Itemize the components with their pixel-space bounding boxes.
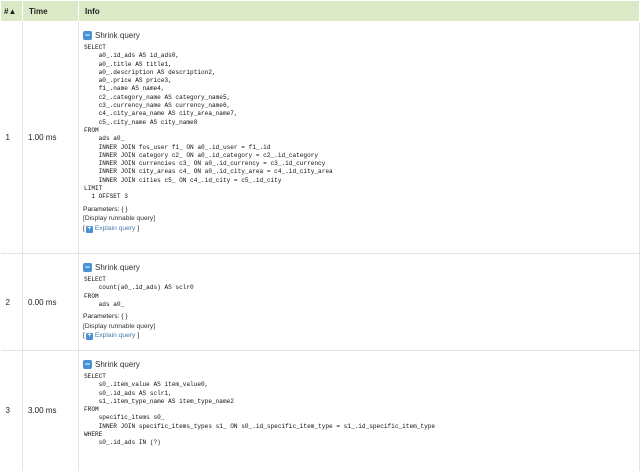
shrink-query-toggle[interactable]: − Shrink query <box>83 261 639 273</box>
sql-line: a0_.price AS price3, <box>84 77 172 85</box>
sql-line: INNER JOIN currencies c3_ ON a0_.id_curr… <box>84 160 326 168</box>
bracket-close: ] <box>137 224 140 232</box>
sql-line: c2_.category_name AS category_name5, <box>84 93 231 101</box>
sql-line: SELECT <box>84 44 106 51</box>
sql-line: f1_.name AS name4, <box>84 85 165 93</box>
expand-icon[interactable]: + <box>85 332 93 341</box>
sql-line: FROM <box>84 292 99 300</box>
sql-line: INNER JOIN fos_user f1_ ON a0_.id_user =… <box>84 143 271 151</box>
collapse-icon[interactable]: − <box>83 262 92 272</box>
table-row: 2 0.00 ms − Shrink query SELECT count(a0_.id… <box>0 253 640 351</box>
sql-line: 1 OFFSET 3 <box>84 193 128 201</box>
table-row: 1 1.00 ms − Shrink query SELECT a0_.id_ads A… <box>0 21 640 254</box>
sql-line: specific_items s0_ <box>84 414 165 422</box>
sql-line: WHERE <box>84 431 103 439</box>
sql-query: SELECT a0_.id_ads AS id_ads0, a0_.title … <box>84 44 639 202</box>
sql-line: ads a0_ <box>84 300 125 308</box>
query-parameters: Parameters: { } <box>83 313 128 321</box>
shrink-query-link[interactable]: Shrink query <box>95 360 140 369</box>
sql-line: s0_.id_ads IN (?) <box>84 439 161 447</box>
sql-line: a0_.title AS title1, <box>84 60 172 68</box>
query-time: 0.00 ms <box>22 253 79 351</box>
shrink-query-link[interactable]: Shrink query <box>95 263 140 272</box>
query-time: 3.00 ms <box>22 350 79 471</box>
query-info: − Shrink query SELECT count(a0_.id_ads) AS… <box>78 253 640 351</box>
query-parameters: Parameters: { } <box>83 205 128 213</box>
sql-line: a0_.id_ads AS id_ads0, <box>84 52 180 60</box>
sql-line: ads a0_ <box>84 135 125 143</box>
sql-line: count(a0_.id_ads) AS sclr0 <box>84 284 194 292</box>
query-number: 1 <box>0 21 23 254</box>
display-runnable-query-link[interactable]: [Display runnable query] <box>83 323 155 330</box>
expand-icon[interactable]: + <box>85 225 93 233</box>
table-row: 3 3.00 ms − Shrink query SELECT s0_.item_val… <box>0 350 640 471</box>
sql-line: s0_.item_value AS item_value0, <box>84 381 209 389</box>
table-header-row: #▲ Time Info <box>0 0 640 22</box>
bracket-open: [ <box>83 224 85 232</box>
explain-query: [+ Explain query ] <box>83 224 639 234</box>
shrink-query-link[interactable]: Shrink query <box>95 31 140 40</box>
sql-line: c4_.city_area_name AS city_area_name7, <box>84 110 238 118</box>
sql-line: a0_.description AS description2, <box>84 68 216 76</box>
column-header-info: Info <box>78 0 640 22</box>
explain-query-link[interactable]: Explain query <box>95 225 136 232</box>
sql-query: SELECT count(a0_.id_ads) AS sclr0 FROM ad… <box>84 276 639 309</box>
shrink-query-toggle[interactable]: − Shrink query <box>83 358 639 370</box>
sql-line: s1_.item_type_name AS item_type_name2 <box>84 397 234 405</box>
sql-line: SELECT <box>84 373 106 380</box>
explain-query-link[interactable]: Explain query <box>95 332 136 339</box>
bracket-close: ] <box>137 332 140 340</box>
sql-line: FROM <box>84 406 99 414</box>
collapse-icon[interactable]: − <box>83 359 92 369</box>
column-header-number[interactable]: #▲ <box>0 0 23 22</box>
query-time: 1.00 ms <box>22 21 79 254</box>
sql-line: SELECT <box>84 276 106 283</box>
collapse-icon[interactable]: − <box>83 30 92 40</box>
query-table: #▲ Time Info 1 1.00 ms − Shrink query SELECT… <box>0 0 640 471</box>
sql-line: c3_.currency_name AS currency_name6, <box>84 102 231 110</box>
query-info: − Shrink query SELECT a0_.id_ads AS id_ads… <box>78 21 640 254</box>
shrink-query-toggle[interactable]: − Shrink query <box>83 29 639 41</box>
sql-line: INNER JOIN city_areas c4_ ON a0_.id_city… <box>84 168 333 176</box>
sql-line: LIMIT <box>84 185 103 193</box>
bracket-open: [ <box>83 332 85 340</box>
sql-query: SELECT s0_.item_value AS item_value0, s0… <box>84 373 639 448</box>
query-number: 2 <box>0 253 23 351</box>
sql-line: s0_.id_ads AS sclr1, <box>84 389 172 397</box>
sql-line: INNER JOIN category c2_ ON a0_.id_catego… <box>84 151 319 159</box>
query-info: − Shrink query SELECT s0_.item_value AS it… <box>78 350 640 471</box>
column-header-time[interactable]: Time <box>22 0 79 22</box>
explain-query: [+ Explain query ] <box>83 331 639 341</box>
sql-line: FROM <box>84 126 99 134</box>
sql-line: c5_.city_name AS city_name8 <box>84 118 198 126</box>
sql-line: INNER JOIN cities c5_ ON c4_.id_city = c… <box>84 176 282 184</box>
display-runnable-query-link[interactable]: [Display runnable query] <box>83 215 155 222</box>
sql-line: INNER JOIN specific_items_types s1_ ON s… <box>84 422 436 430</box>
query-number: 3 <box>0 350 23 471</box>
